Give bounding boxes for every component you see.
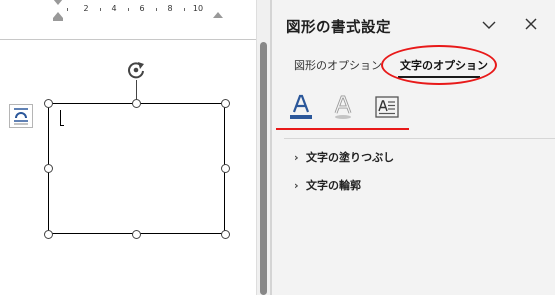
resize-handle-right[interactable] bbox=[221, 164, 230, 173]
resize-handle-left[interactable] bbox=[44, 164, 53, 173]
section-text-outline[interactable]: › 文字の輪郭 bbox=[294, 177, 361, 193]
tab-shape-options[interactable]: 図形のオプション bbox=[294, 57, 382, 73]
pane-divider bbox=[284, 138, 555, 139]
resize-handle-bottom-left[interactable] bbox=[44, 230, 53, 239]
scrollbar-thumb[interactable] bbox=[260, 42, 267, 295]
ruler-label: 6 bbox=[139, 4, 145, 13]
close-icon[interactable] bbox=[522, 15, 540, 33]
ruler-label: 2 bbox=[83, 4, 89, 13]
document-canvas[interactable]: 2 4 6 8 10 bbox=[0, 0, 256, 295]
chevron-down-icon[interactable] bbox=[480, 17, 498, 33]
pane-title: 図形の書式設定 bbox=[286, 20, 391, 36]
page-top-edge bbox=[0, 39, 256, 40]
left-indent-marker[interactable] bbox=[53, 12, 63, 21]
resize-handle-top[interactable] bbox=[132, 99, 141, 108]
ruler-label: 8 bbox=[167, 4, 173, 13]
first-line-indent-marker[interactable] bbox=[53, 0, 63, 5]
section-text-fill[interactable]: › 文字の塗りつぶし bbox=[294, 149, 394, 165]
horizontal-ruler[interactable]: 2 4 6 8 10 bbox=[0, 0, 256, 22]
section-label: 文字の塗りつぶし bbox=[306, 151, 395, 164]
resize-handle-top-right[interactable] bbox=[221, 99, 230, 108]
annotation-underline bbox=[276, 128, 409, 130]
ruler-label: 4 bbox=[111, 4, 117, 13]
text-fill-outline-icon[interactable] bbox=[286, 92, 316, 122]
annotation-ellipse bbox=[381, 45, 497, 85]
resize-handle-bottom[interactable] bbox=[132, 230, 141, 239]
ruler-tick bbox=[67, 8, 68, 11]
ruler-label: 10 bbox=[192, 4, 204, 13]
rotation-stem bbox=[136, 80, 137, 101]
resize-handle-top-left[interactable] bbox=[44, 99, 53, 108]
resize-handle-bottom-right[interactable] bbox=[221, 230, 230, 239]
rotation-handle-icon[interactable] bbox=[125, 59, 147, 81]
ruler-tick bbox=[128, 8, 129, 11]
ruler-tick bbox=[100, 8, 101, 11]
chevron-right-icon: › bbox=[294, 179, 299, 192]
format-shape-pane: 図形の書式設定 図形のオプション 文字のオプション › 文字の塗りつぶし › 文字の… bbox=[272, 0, 555, 295]
textbox-layout-icon[interactable] bbox=[372, 92, 402, 122]
text-cursor bbox=[60, 110, 61, 126]
vertical-scrollbar[interactable] bbox=[256, 0, 270, 295]
text-effects-icon[interactable] bbox=[328, 92, 358, 122]
ruler-tick bbox=[184, 8, 185, 11]
layout-options-icon bbox=[14, 108, 28, 125]
layout-options-button[interactable] bbox=[9, 104, 33, 128]
section-label: 文字の輪郭 bbox=[306, 179, 361, 192]
chevron-right-icon: › bbox=[294, 151, 299, 164]
right-indent-marker[interactable] bbox=[213, 12, 223, 18]
text-cursor-foot bbox=[60, 125, 64, 126]
text-box-shape[interactable] bbox=[48, 103, 225, 234]
ruler-tick bbox=[156, 8, 157, 11]
